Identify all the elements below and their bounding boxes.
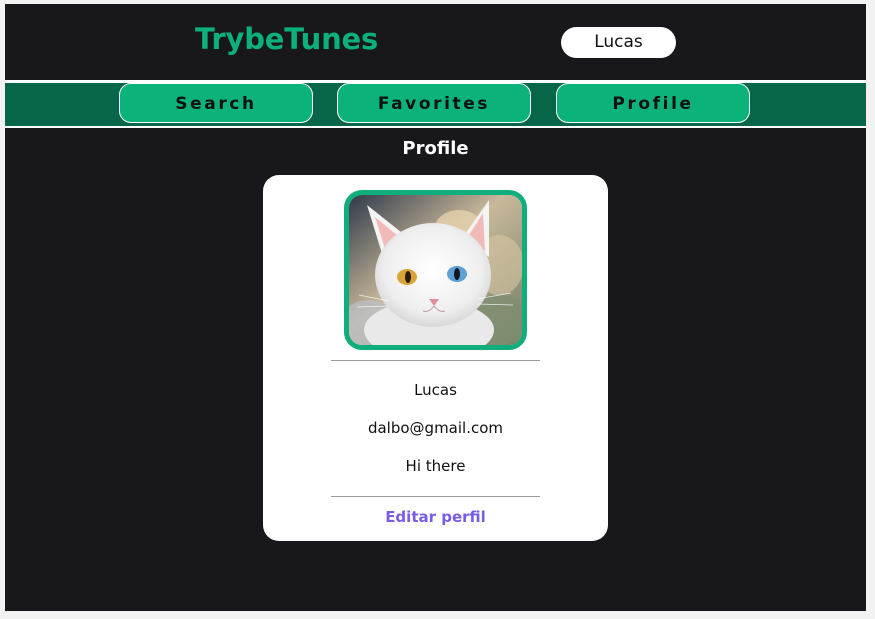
card-divider-bottom bbox=[331, 496, 540, 497]
nav-link-favorites[interactable]: Favorites bbox=[337, 83, 531, 123]
cat-photo-image bbox=[349, 195, 522, 345]
profile-card: Lucas dalbo@gmail.com Hi there Editar pe… bbox=[263, 175, 608, 541]
profile-name: Lucas bbox=[414, 381, 457, 399]
app-root: TrybeTunes Lucas Search Favorites Profil… bbox=[5, 4, 866, 611]
user-name-badge: Lucas bbox=[561, 27, 676, 58]
profile-description: Hi there bbox=[405, 457, 466, 475]
profile-avatar bbox=[344, 190, 527, 350]
nav-link-search[interactable]: Search bbox=[119, 83, 313, 123]
edit-profile-link[interactable]: Editar perfil bbox=[263, 508, 608, 526]
app-logo: TrybeTunes bbox=[195, 22, 379, 56]
nav-bar: Search Favorites Profile bbox=[5, 83, 866, 126]
card-divider-top bbox=[331, 360, 540, 361]
nav-divider bbox=[5, 126, 866, 128]
header: TrybeTunes Lucas bbox=[5, 4, 866, 80]
profile-email: dalbo@gmail.com bbox=[367, 419, 504, 437]
page-title: Profile bbox=[402, 138, 469, 159]
nav-link-profile[interactable]: Profile bbox=[556, 83, 750, 123]
